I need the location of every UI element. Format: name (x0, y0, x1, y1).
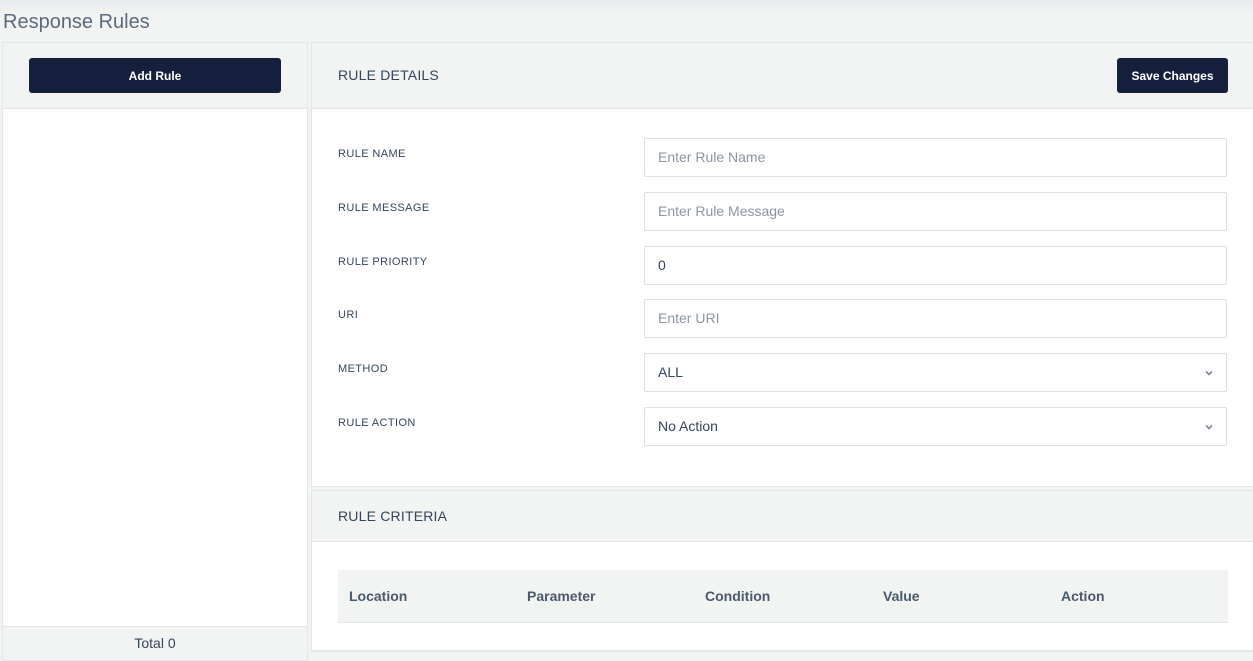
rule-details-header: RULE DETAILS Save Changes (312, 43, 1253, 109)
rule-action-row: RULE ACTION No Action (312, 407, 1253, 447)
criteria-table-header: Location Parameter Condition Value Actio… (338, 570, 1228, 623)
method-select[interactable]: ALL (644, 353, 1227, 392)
rule-name-placeholder: Enter Rule Name (658, 149, 766, 165)
rule-message-row: RULE MESSAGE Enter Rule Message (312, 192, 1253, 232)
column-location: Location (349, 588, 408, 604)
rules-list-panel: Add Rule Total 0 (2, 42, 308, 661)
uri-placeholder: Enter URI (658, 310, 720, 326)
column-value: Value (883, 588, 920, 604)
column-parameter: Parameter (527, 588, 596, 604)
top-bar (0, 0, 1253, 42)
column-action: Action (1061, 588, 1105, 604)
chevron-down-icon (1205, 370, 1213, 376)
chevron-down-icon (1205, 424, 1213, 430)
rule-priority-value: 0 (658, 257, 666, 273)
rule-message-input[interactable]: Enter Rule Message (644, 192, 1227, 231)
method-row: METHOD ALL (312, 353, 1253, 393)
rule-action-selected-value: No Action (658, 418, 718, 434)
rule-name-row: RULE NAME Enter Rule Name (312, 138, 1253, 178)
rule-name-label: RULE NAME (338, 148, 406, 160)
save-changes-button[interactable]: Save Changes (1117, 58, 1228, 93)
rule-details-card: RULE DETAILS Save Changes RULE NAME Ente… (311, 42, 1253, 487)
method-selected-value: ALL (658, 364, 683, 380)
rule-criteria-card: RULE CRITERIA Location Parameter Conditi… (311, 490, 1253, 651)
page-title: Response Rules (3, 11, 150, 33)
rule-criteria-header: RULE CRITERIA (312, 491, 1253, 542)
rule-priority-input[interactable]: 0 (644, 246, 1227, 285)
rule-action-label: RULE ACTION (338, 417, 416, 429)
column-condition: Condition (705, 588, 771, 604)
rules-total: Total 0 (3, 626, 307, 660)
method-label: METHOD (338, 363, 389, 375)
rule-details-title: RULE DETAILS (338, 67, 439, 83)
rules-list-header: Add Rule (3, 43, 307, 109)
uri-input[interactable]: Enter URI (644, 299, 1227, 338)
rule-priority-row: RULE PRIORITY 0 (312, 246, 1253, 286)
uri-row: URI Enter URI (312, 299, 1253, 339)
uri-label: URI (338, 309, 359, 321)
rule-action-select[interactable]: No Action (644, 407, 1227, 446)
rule-priority-label: RULE PRIORITY (338, 256, 428, 268)
rule-name-input[interactable]: Enter Rule Name (644, 138, 1227, 177)
rule-message-label: RULE MESSAGE (338, 202, 430, 214)
add-rule-button[interactable]: Add Rule (29, 58, 281, 93)
rule-criteria-title: RULE CRITERIA (338, 508, 448, 524)
criteria-footer (311, 651, 1253, 661)
rule-message-placeholder: Enter Rule Message (658, 203, 785, 219)
